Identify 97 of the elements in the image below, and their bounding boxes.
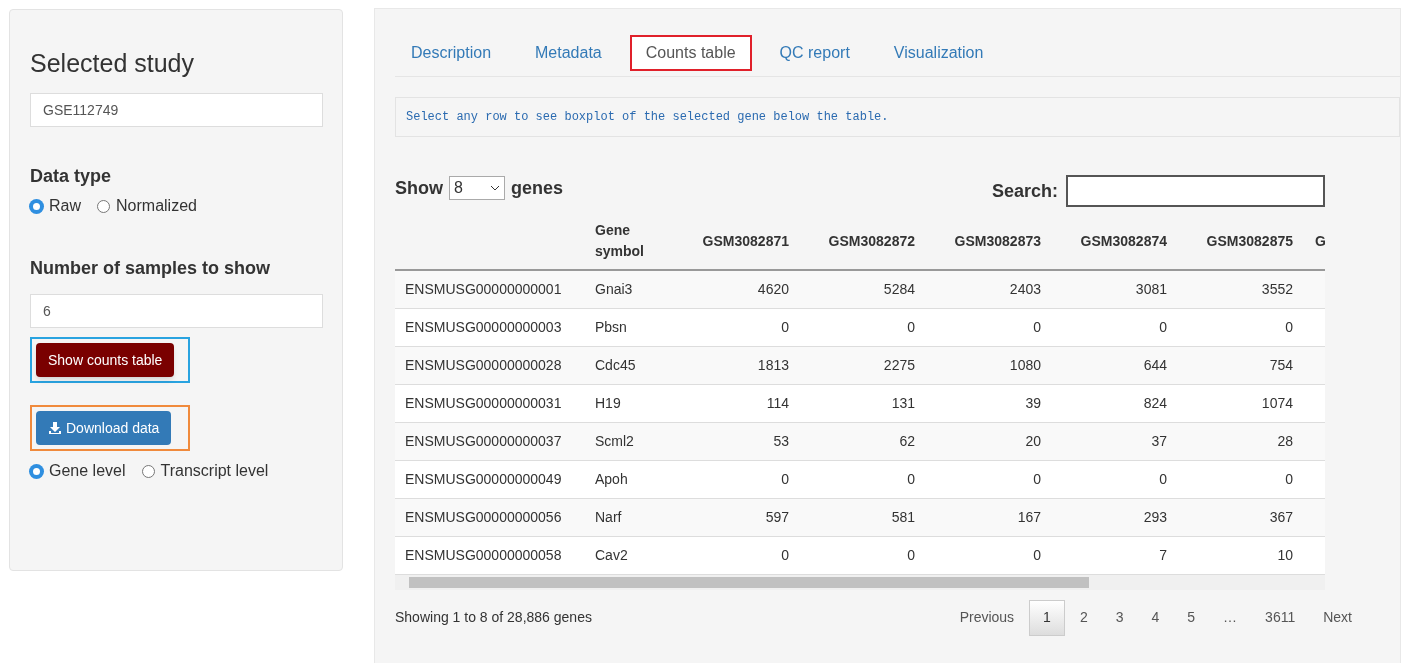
- table-cell: 293: [1143, 508, 1167, 525]
- column-header[interactable]: GSM3082873: [954, 230, 1041, 252]
- table-cell: 5284: [883, 280, 915, 297]
- tab[interactable]: Description: [395, 35, 508, 71]
- show-table-button[interactable]: Show counts table: [36, 343, 175, 377]
- caret-icon: [490, 185, 500, 191]
- samples-label: Number of samples to show: [30, 257, 272, 280]
- table-cell: 3552: [1261, 280, 1293, 297]
- table-cell: 0: [1285, 318, 1293, 335]
- table-cell: ENSMUSG00000000001: [405, 280, 562, 297]
- page-button[interactable]: Next: [1310, 599, 1365, 636]
- page-button[interactable]: …: [1210, 599, 1251, 636]
- table-cell: Pbsn: [595, 318, 627, 335]
- table-cell: 597: [765, 508, 789, 525]
- column-header[interactable]: GSM3082871: [702, 230, 789, 252]
- table-cell: 131: [891, 394, 915, 411]
- column-header[interactable]: G: [1315, 230, 1325, 252]
- samples-field[interactable]: 6: [30, 294, 323, 328]
- study-field[interactable]: GSE112749: [30, 93, 323, 127]
- show-label: Show: [395, 176, 443, 200]
- table-cell: ENSMUSG00000000028: [405, 356, 562, 373]
- radio-option[interactable]: Transcript level: [141, 459, 269, 483]
- radio-option[interactable]: Gene level: [30, 459, 126, 483]
- search-label: Search:: [991, 179, 1058, 203]
- table-cell: ENSMUSG00000000031: [405, 394, 562, 411]
- download-button[interactable]: Download data: [36, 411, 172, 445]
- table-cell: Gnai3: [595, 280, 633, 297]
- table-cell: Scml2: [595, 432, 634, 449]
- table-cell: Cdc45: [595, 356, 636, 373]
- table-cell: Apoh: [595, 470, 628, 487]
- tab[interactable]: QC report: [763, 35, 866, 71]
- table-cell: H19: [595, 394, 621, 411]
- info-box: Select any row to see boxplot of the selected gene below the table.: [395, 97, 1400, 137]
- table-cell: 0: [1285, 470, 1293, 487]
- table-cell: 644: [1143, 356, 1167, 373]
- page-button[interactable]: 5: [1174, 599, 1209, 636]
- table-cell: 3081: [1135, 280, 1167, 297]
- table-cell: 28: [1277, 432, 1293, 449]
- column-header[interactable]: GSM3082872: [828, 230, 915, 252]
- column-header[interactable]: Gene symbol: [595, 220, 663, 262]
- table-cell: ENSMUSG00000000003: [405, 318, 562, 335]
- table-cell: 20: [1025, 432, 1041, 449]
- page-button[interactable]: Previous: [946, 599, 1028, 636]
- table-cell: ENSMUSG00000000049: [405, 470, 562, 487]
- table-cell: 1813: [757, 356, 789, 373]
- table-cell: 0: [1159, 470, 1167, 487]
- table-cell: 7: [1159, 546, 1167, 563]
- genes-label: genes: [511, 176, 564, 200]
- table-cell: 2403: [1009, 280, 1041, 297]
- page-button[interactable]: 3: [1102, 599, 1137, 636]
- tab[interactable]: Metadata: [519, 35, 618, 71]
- tab[interactable]: Counts table: [629, 35, 752, 71]
- search-field[interactable]: [1066, 175, 1325, 207]
- page-button[interactable]: 1: [1029, 599, 1065, 636]
- table-cell: 0: [907, 318, 915, 335]
- data-type-label: Data type: [30, 165, 113, 188]
- radio-option[interactable]: Raw: [30, 194, 81, 218]
- table-cell: 2275: [883, 356, 915, 373]
- table-cell: 0: [1033, 318, 1041, 335]
- table-cell: 62: [899, 432, 915, 449]
- tab[interactable]: Visualization: [877, 35, 1000, 71]
- sidebar-title: Selected study: [30, 48, 195, 78]
- table-summary: Showing 1 to 8 of 28,886 genes: [395, 608, 592, 627]
- table-cell: 167: [1017, 508, 1041, 525]
- table-cell: 37: [1151, 432, 1167, 449]
- radio-option[interactable]: Normalized: [97, 194, 197, 218]
- table-cell: 0: [781, 470, 789, 487]
- column-header[interactable]: GSM3082875: [1206, 230, 1293, 252]
- table-cell: Cav2: [595, 546, 628, 563]
- table-cell: 367: [1269, 508, 1293, 525]
- table-cell: 0: [781, 318, 789, 335]
- page-length-select[interactable]: 8: [449, 176, 505, 200]
- table-cell: Narf: [595, 508, 622, 525]
- table-cell: 114: [766, 394, 789, 411]
- table-cell: 1080: [1009, 356, 1041, 373]
- table-cell: 10: [1277, 546, 1293, 563]
- table-cell: ENSMUSG00000000056: [405, 508, 562, 525]
- page-button[interactable]: 4: [1138, 599, 1173, 636]
- column-header[interactable]: GSM3082874: [1080, 230, 1167, 252]
- table-cell: 4620: [757, 280, 789, 297]
- table-cell: 0: [1033, 546, 1041, 563]
- table-cell: 39: [1025, 394, 1041, 411]
- table-cell: 0: [1033, 470, 1041, 487]
- table-cell: 53: [773, 432, 789, 449]
- table-cell: 581: [891, 508, 915, 525]
- table-cell: 0: [907, 470, 915, 487]
- download-icon: [48, 421, 62, 435]
- table-cell: 0: [781, 546, 789, 563]
- table-cell: 0: [1159, 318, 1167, 335]
- page-button[interactable]: 2: [1066, 599, 1101, 636]
- table-cell: ENSMUSG00000000037: [405, 432, 562, 449]
- page-button[interactable]: 3611: [1252, 599, 1309, 636]
- table-cell: 824: [1143, 394, 1167, 411]
- table-cell: 754: [1269, 356, 1293, 373]
- table-cell: ENSMUSG00000000058: [405, 546, 562, 563]
- table-cell: 1074: [1261, 394, 1293, 411]
- table-cell: 0: [907, 546, 915, 563]
